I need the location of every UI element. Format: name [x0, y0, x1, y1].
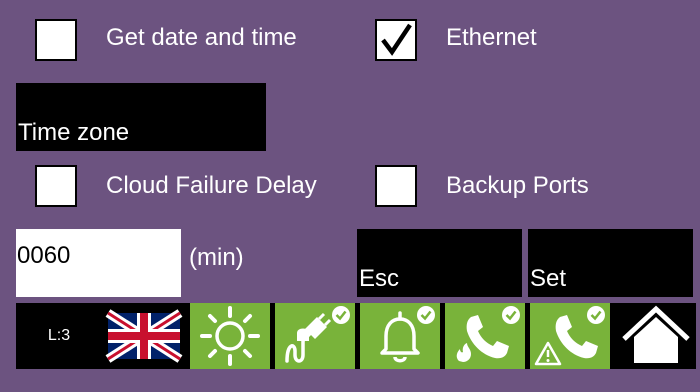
time-zone-label: Time zone: [18, 119, 130, 146]
time-zone-button[interactable]: Time zone: [16, 83, 266, 151]
fire-call-status-button[interactable]: [445, 303, 525, 369]
cloud-failure-delay-label: Cloud Failure Delay: [106, 172, 317, 199]
power-status-button[interactable]: [275, 303, 355, 369]
minutes-unit-label: (min): [189, 244, 244, 271]
backup-ports-label: Backup Ports: [446, 172, 589, 199]
backup-ports-checkbox[interactable]: [375, 165, 417, 207]
esc-button-label: Esc: [359, 265, 400, 292]
language-button[interactable]: [105, 303, 183, 369]
get-date-time-checkbox[interactable]: [35, 19, 77, 61]
access-level-label: L:3: [47, 327, 71, 344]
home-button[interactable]: [616, 303, 696, 369]
ethernet-checkbox[interactable]: [375, 19, 417, 61]
alert-call-ok-icon: [534, 306, 605, 366]
fire-call-ok-icon: [456, 306, 520, 362]
display-brightness-button[interactable]: [190, 303, 270, 369]
checkmark-icon: [381, 23, 412, 56]
settings-screen: Get date and time Ethernet Time zone Clo…: [0, 0, 700, 392]
cloud-failure-delay-checkbox[interactable]: [35, 165, 77, 207]
set-button-label: Set: [530, 265, 567, 292]
alarm-status-button[interactable]: [360, 303, 440, 369]
alert-call-status-button[interactable]: [530, 303, 610, 369]
power-plug-ok-icon: [285, 306, 350, 363]
esc-button[interactable]: Esc: [357, 229, 522, 297]
bell-ok-icon: [380, 306, 435, 363]
status-bar: L:3: [16, 303, 696, 369]
uk-flag-icon: [105, 309, 183, 363]
home-icon: [622, 305, 690, 363]
sun-icon: [200, 306, 260, 366]
set-button[interactable]: Set: [528, 229, 693, 297]
get-date-time-label: Get date and time: [106, 24, 297, 51]
ethernet-label: Ethernet: [446, 24, 537, 51]
delay-minutes-input[interactable]: [16, 229, 181, 297]
